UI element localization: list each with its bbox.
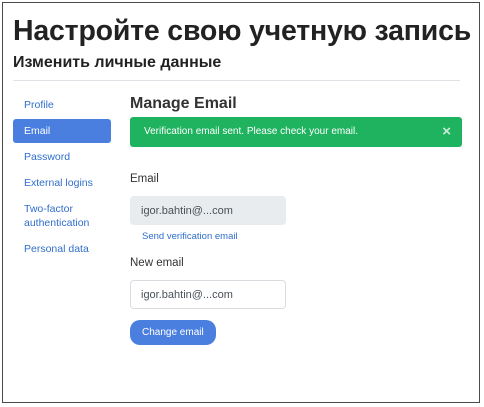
- success-alert: Verification email sent. Please check yo…: [130, 117, 462, 147]
- email-field: [130, 196, 286, 225]
- email-label: Email: [130, 173, 159, 185]
- nav-item-profile[interactable]: Profile: [13, 93, 111, 117]
- header-divider: [13, 80, 460, 81]
- new-email-input[interactable]: [130, 280, 286, 309]
- new-email-label: New email: [130, 257, 184, 269]
- page-subtitle: Изменить личные данные: [13, 54, 222, 71]
- nav-item-external-logins[interactable]: External logins: [13, 171, 111, 195]
- manage-email-panel: Manage Email Verification email sent. Pl…: [130, 93, 462, 345]
- close-icon[interactable]: ×: [442, 117, 451, 147]
- alert-message: Verification email sent. Please check yo…: [144, 126, 358, 137]
- nav-item-personal-data[interactable]: Personal data: [13, 237, 111, 261]
- nav-item-two-factor-authentication[interactable]: Two-factor authentication: [13, 197, 111, 235]
- page-frame: Настройте свою учетную запись Изменить л…: [2, 2, 480, 403]
- send-verification-email-link[interactable]: Send verification email: [142, 231, 462, 243]
- nav-item-email[interactable]: Email: [13, 119, 111, 143]
- change-email-button[interactable]: Change email: [130, 320, 216, 345]
- page-title: Настройте свою учетную запись: [13, 15, 472, 47]
- account-side-nav: Profile Email Password External logins T…: [13, 93, 111, 263]
- nav-item-password[interactable]: Password: [13, 145, 111, 169]
- section-title: Manage Email: [130, 95, 237, 112]
